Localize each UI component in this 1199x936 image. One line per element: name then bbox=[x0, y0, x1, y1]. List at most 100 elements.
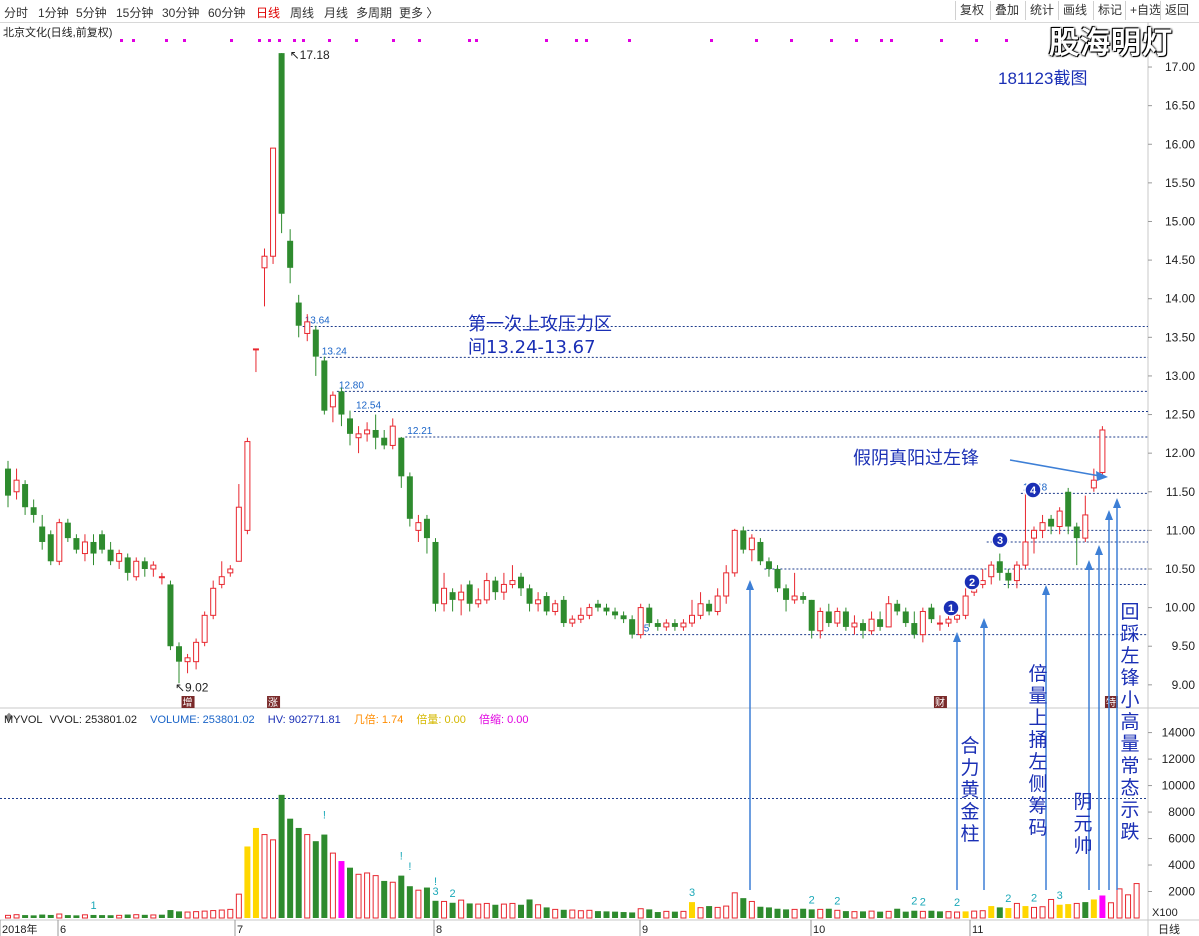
volume-bar bbox=[1099, 895, 1106, 918]
candle-body bbox=[252, 348, 259, 351]
candle-body bbox=[834, 610, 841, 624]
candle-body bbox=[577, 614, 584, 620]
volume-bar bbox=[919, 910, 926, 919]
volume-bar bbox=[757, 906, 764, 918]
volume-bar bbox=[629, 912, 636, 918]
volume-bar bbox=[535, 904, 542, 919]
volume-count-label: 2 bbox=[1031, 892, 1037, 904]
volume-bar bbox=[586, 909, 593, 919]
price-tick-label: 15.00 bbox=[1165, 214, 1195, 228]
volume-count-label: 2 bbox=[954, 897, 960, 909]
candle-body bbox=[227, 568, 234, 574]
step-marker-label: 1 bbox=[948, 603, 954, 615]
price-tick-label: 10.50 bbox=[1165, 562, 1195, 576]
volume-count-label: 2 bbox=[920, 896, 926, 908]
vertical-note-char: 回 bbox=[1120, 601, 1139, 623]
candle-body bbox=[560, 599, 567, 624]
volume-bar bbox=[1107, 902, 1114, 919]
volume-bar bbox=[509, 902, 516, 919]
candle-body bbox=[364, 429, 371, 435]
candle-body bbox=[30, 507, 37, 515]
vertical-note-char: 筹 bbox=[1028, 795, 1047, 817]
vertical-note-char: 柱 bbox=[960, 823, 979, 845]
vertical-note-char: 跌 bbox=[1120, 821, 1139, 843]
volume-tick-label: 6000 bbox=[1168, 832, 1195, 846]
candle-body bbox=[654, 623, 661, 627]
candle-body bbox=[304, 321, 311, 334]
volume-bar bbox=[706, 906, 713, 918]
event-mark-label: 财 bbox=[935, 696, 945, 709]
signal-dot bbox=[1005, 39, 1008, 42]
volume-bar bbox=[492, 904, 499, 918]
candle-body bbox=[150, 564, 157, 570]
volume-bar bbox=[526, 899, 533, 918]
candle-body bbox=[158, 576, 165, 579]
volume-count-label: 3 bbox=[689, 887, 695, 899]
candle-body bbox=[594, 603, 601, 608]
volume-bar bbox=[124, 914, 131, 918]
volume-bar bbox=[13, 914, 20, 919]
candle-body bbox=[791, 595, 798, 601]
volume-bar bbox=[235, 893, 242, 919]
volume-tick-label: 14000 bbox=[1162, 726, 1196, 740]
candle-body bbox=[218, 576, 225, 585]
candle-body bbox=[64, 522, 71, 539]
signal-dot bbox=[790, 39, 793, 42]
volume-bar bbox=[689, 902, 695, 918]
signal-dot bbox=[120, 39, 123, 42]
candle-body bbox=[270, 147, 277, 257]
volume-bar bbox=[158, 914, 165, 918]
volume-bar bbox=[723, 905, 730, 919]
vertical-note-char: 捅 bbox=[1028, 729, 1047, 751]
volume-bar bbox=[860, 911, 866, 918]
vertical-note-char: 态 bbox=[1120, 777, 1139, 799]
volume-bar bbox=[167, 910, 174, 918]
volume-bar bbox=[312, 841, 319, 918]
candle-body bbox=[954, 614, 961, 620]
volume-bar bbox=[1125, 894, 1132, 919]
signal-dot bbox=[628, 39, 631, 42]
candle-body bbox=[39, 526, 46, 542]
volume-bar bbox=[22, 915, 29, 918]
volume-bar bbox=[176, 911, 182, 918]
time-tick-label: 11 bbox=[972, 924, 983, 936]
volume-bar bbox=[971, 910, 978, 919]
volume-bar bbox=[1005, 908, 1012, 918]
volume-bar bbox=[697, 907, 704, 919]
volume-bar bbox=[329, 852, 336, 919]
candle-body bbox=[586, 607, 593, 616]
price-tick-label: 14.00 bbox=[1165, 292, 1195, 306]
candle-body bbox=[184, 657, 191, 663]
vertical-note-char: 左 bbox=[1028, 751, 1047, 773]
kline-chart[interactable]: 17.00 16.50 16.00 15.50 15.00 14.50 14.00 13.50… bbox=[0, 0, 1199, 936]
signal-dot bbox=[880, 39, 883, 42]
volume-bar bbox=[594, 911, 601, 918]
signal-dot bbox=[278, 39, 281, 42]
candle-body bbox=[894, 603, 901, 612]
pressure-zone-line1: 第一次上攻压力区 bbox=[468, 314, 612, 335]
candle-body bbox=[475, 599, 482, 605]
volume-bar bbox=[500, 903, 507, 919]
signal-dot bbox=[302, 39, 305, 42]
candle-body bbox=[441, 587, 448, 605]
price-tick-label: 15.50 bbox=[1165, 176, 1195, 190]
candle-body bbox=[329, 394, 336, 408]
candle-body bbox=[73, 538, 80, 550]
volume-bar bbox=[783, 909, 790, 918]
volume-bar bbox=[295, 827, 302, 918]
price-tick-label: 16.50 bbox=[1165, 99, 1195, 113]
volume-bar bbox=[603, 911, 610, 918]
volume-bar bbox=[1073, 902, 1080, 919]
signal-dot bbox=[755, 39, 758, 42]
volume-bar bbox=[646, 909, 653, 918]
signal-dot bbox=[293, 39, 296, 42]
signal-dot bbox=[830, 39, 833, 42]
volume-bar bbox=[1013, 902, 1020, 919]
candle-body bbox=[312, 329, 319, 357]
volume-count-label: 1 bbox=[90, 900, 96, 912]
candle-body bbox=[714, 595, 721, 612]
vertical-note-char: 踩 bbox=[1120, 623, 1139, 645]
volume-bar bbox=[885, 910, 892, 919]
candle-body bbox=[885, 603, 892, 628]
volume-bar bbox=[808, 909, 815, 918]
